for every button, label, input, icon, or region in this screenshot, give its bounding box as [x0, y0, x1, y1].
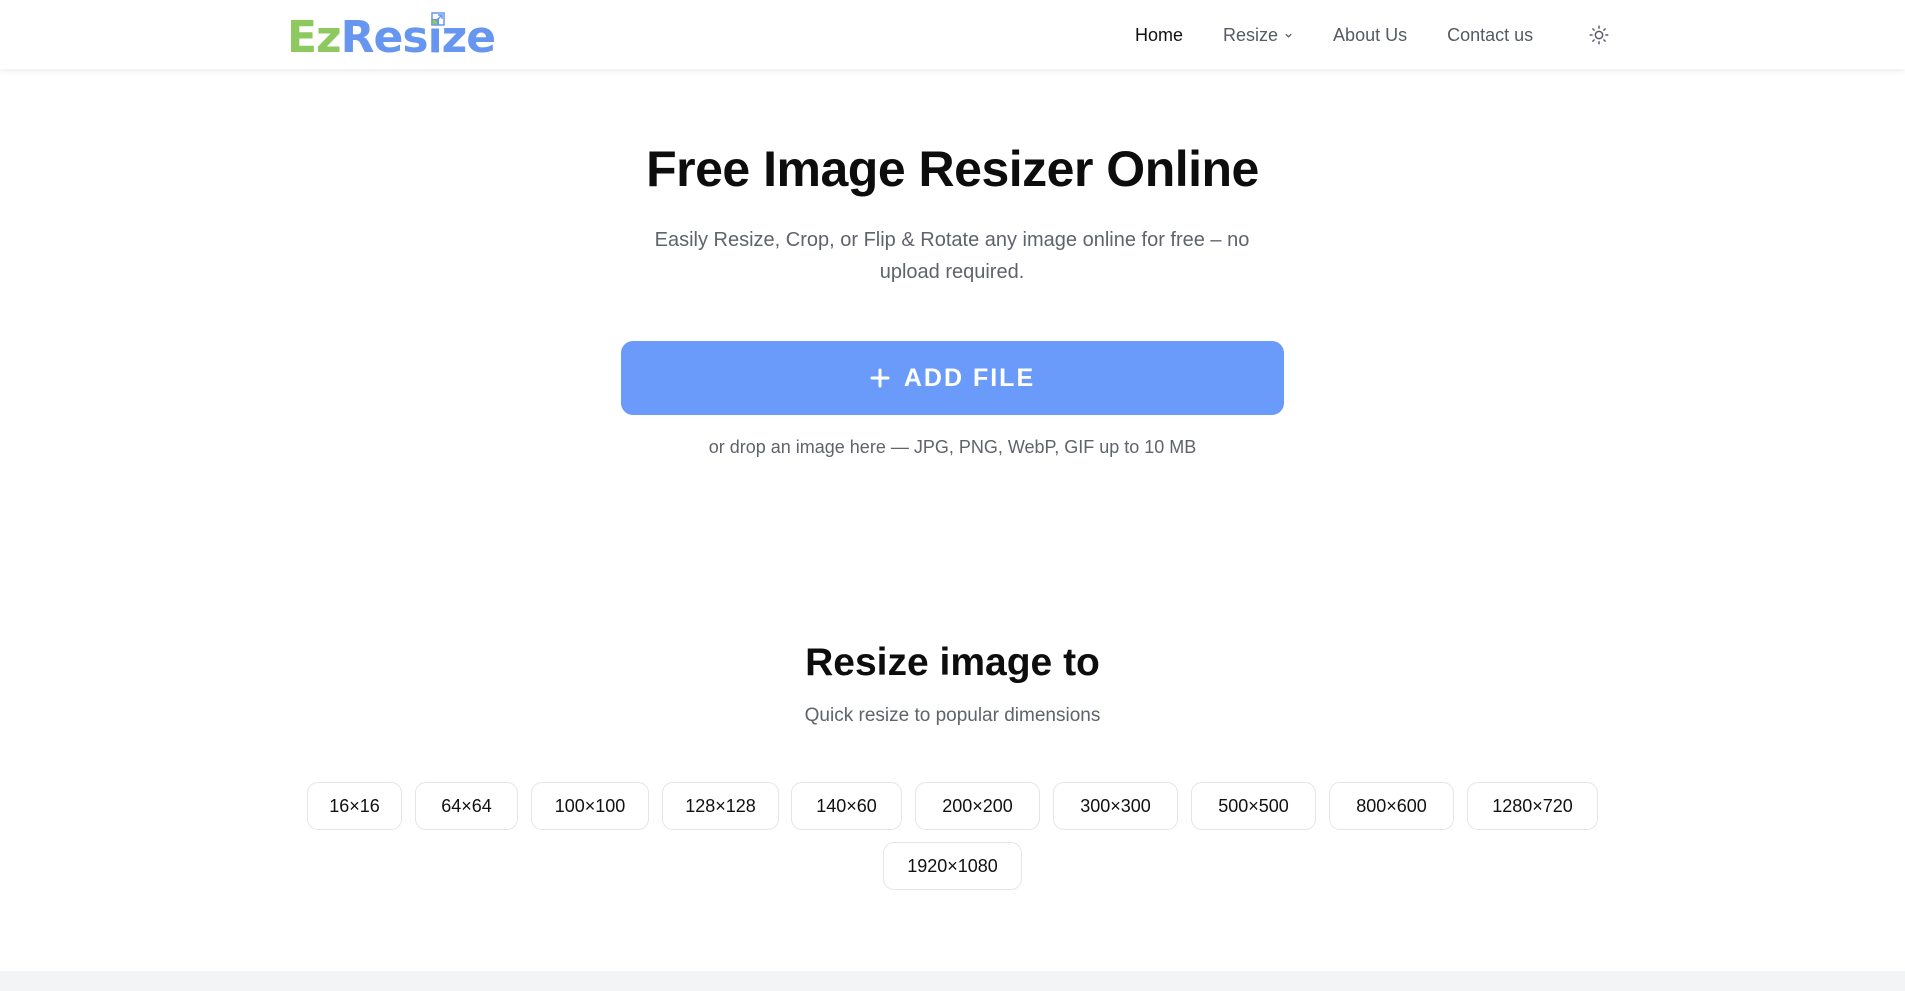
- nav-about[interactable]: About Us: [1333, 25, 1407, 46]
- preset-chip[interactable]: 64×64: [415, 782, 518, 830]
- logo-resize: Resize: [340, 12, 496, 63]
- logo[interactable]: EzResize: [287, 12, 496, 63]
- preset-chip[interactable]: 140×60: [791, 782, 902, 830]
- preset-chip[interactable]: 200×200: [915, 782, 1040, 830]
- add-file-button[interactable]: ADD FILE: [621, 341, 1284, 415]
- nav-resize[interactable]: Resize: [1223, 25, 1293, 46]
- nav-home[interactable]: Home: [1135, 25, 1183, 46]
- plus-icon: [870, 368, 890, 388]
- section-title: Resize image to: [805, 641, 1100, 684]
- nav-contact[interactable]: Contact us: [1447, 25, 1533, 46]
- preset-chip[interactable]: 300×300: [1053, 782, 1178, 830]
- preset-chip[interactable]: 1920×1080: [883, 842, 1022, 890]
- chevron-down-icon: [1285, 33, 1292, 38]
- preset-chip[interactable]: 500×500: [1191, 782, 1316, 830]
- hero-subtitle: Easily Resize, Crop, or Flip & Rotate an…: [654, 229, 1250, 283]
- nav-resize-label: Resize: [1223, 24, 1279, 45]
- sun-icon[interactable]: [1588, 24, 1610, 46]
- preset-chip[interactable]: 128×128: [662, 782, 779, 830]
- preset-chip[interactable]: 100×100: [531, 782, 649, 830]
- drop-hint: or drop an image here — JPG, PNG, WebP, …: [708, 437, 1197, 457]
- section-subtitle: Quick resize to popular dimensions: [804, 705, 1101, 726]
- footer-band: [0, 971, 1905, 991]
- preset-chip[interactable]: 800×600: [1329, 782, 1454, 830]
- site-header: EzResize Home Resize About Us Contact us: [0, 0, 1905, 69]
- page-title: Free Image Resizer Online: [646, 141, 1259, 197]
- preset-chip[interactable]: 16×16: [307, 782, 402, 830]
- add-file-label: ADD FILE: [903, 363, 1036, 392]
- resize-arrow-icon: [431, 12, 445, 26]
- preset-chip[interactable]: 1280×720: [1467, 782, 1598, 830]
- logo-ez: Ez: [287, 12, 342, 63]
- main-nav: Home Resize About Us Contact us: [1135, 23, 1533, 47]
